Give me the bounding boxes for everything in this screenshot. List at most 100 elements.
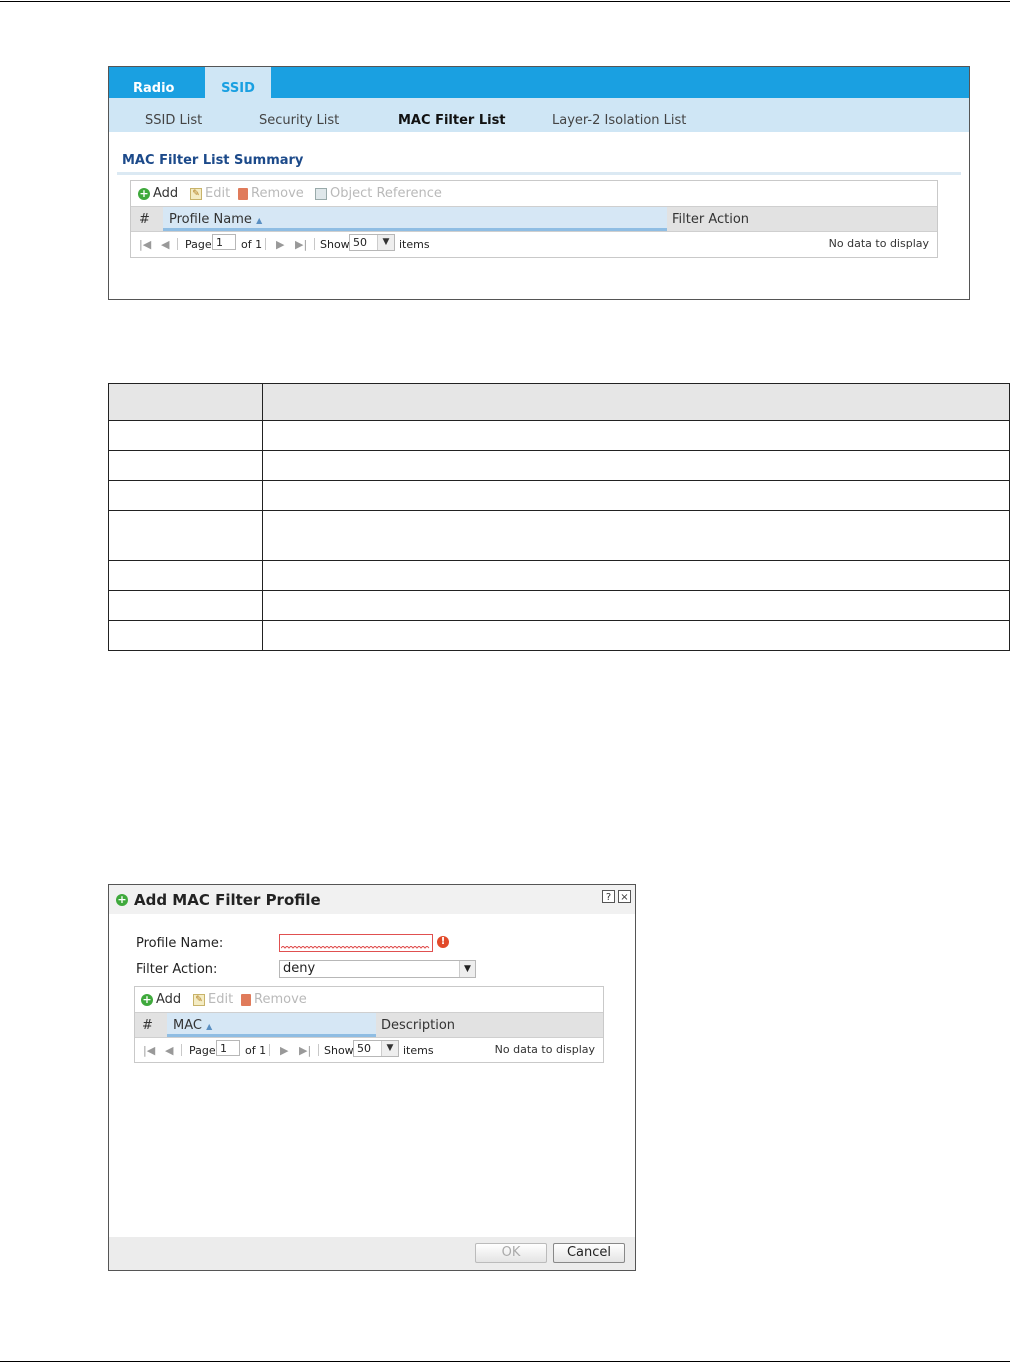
show-label: Show: [320, 238, 350, 251]
table-row: [108, 620, 1010, 651]
page-bottom-rule: [0, 1361, 1010, 1362]
section-title: MAC Filter List Summary: [122, 153, 304, 168]
ok-button[interactable]: OK: [475, 1243, 547, 1263]
trash-icon: [241, 993, 251, 1006]
table-cell: [108, 620, 263, 651]
grid-toolbar: + Add ✎ Edit Remove Object Reference: [131, 181, 937, 205]
add-icon: +: [138, 186, 150, 200]
table-row: [108, 420, 1010, 451]
table-cell: [262, 560, 1010, 591]
table-cell: [262, 420, 1010, 451]
add-button[interactable]: + Add: [138, 186, 178, 201]
subtab-layer2-isolation-list[interactable]: Layer-2 Isolation List: [552, 98, 686, 132]
table-cell: [262, 510, 1010, 561]
table-row: [108, 480, 1010, 511]
help-button[interactable]: ?: [602, 890, 615, 903]
page-size-select[interactable]: 50 ▼: [353, 1040, 399, 1057]
grid-header: # Profile Name ▲ Filter Action: [131, 206, 937, 232]
table-cell: [108, 560, 263, 591]
mac-filter-list-screen: Radio SSID SSID List Security List MAC F…: [108, 66, 970, 300]
table-cell: [262, 620, 1010, 651]
subtab-mac-filter-list[interactable]: MAC Filter List: [398, 98, 506, 132]
chevron-down-icon: ▼: [381, 1041, 398, 1056]
add-icon: +: [141, 992, 153, 1006]
edit-button[interactable]: ✎ Edit: [190, 186, 230, 201]
column-description[interactable]: Description: [381, 1013, 455, 1037]
cancel-button[interactable]: Cancel: [553, 1243, 625, 1263]
object-reference-button[interactable]: Object Reference: [315, 186, 442, 201]
first-page-icon[interactable]: |◀: [139, 238, 151, 251]
page-top-rule: [0, 1, 1010, 2]
table-header-cell: [262, 383, 1010, 421]
object-reference-icon: [315, 187, 327, 200]
pager-divider: [318, 1044, 319, 1056]
add-icon: +: [116, 893, 128, 906]
subtab-security-list[interactable]: Security List: [259, 98, 339, 132]
edit-icon: ✎: [193, 993, 205, 1006]
last-page-icon[interactable]: ▶|: [299, 1044, 311, 1057]
no-data-message: No data to display: [494, 1043, 595, 1056]
next-page-icon[interactable]: ▶: [276, 238, 284, 251]
remove-button[interactable]: Remove: [238, 186, 304, 201]
add-mac-button[interactable]: + Add: [141, 992, 181, 1007]
table-cell: [108, 420, 263, 451]
pager-divider: [177, 238, 178, 250]
table-cell: [262, 590, 1010, 621]
tab-radio[interactable]: Radio: [133, 67, 174, 98]
pager-divider: [314, 238, 315, 250]
description-table: [108, 383, 1010, 651]
close-button[interactable]: ×: [618, 890, 631, 903]
profile-name-label: Profile Name:: [136, 936, 224, 951]
edit-mac-button[interactable]: ✎ Edit: [193, 992, 233, 1007]
grid-pager: |◀ ◀ Page 1 of 1 ▶ ▶| Show 50 ▼ items No …: [135, 1038, 603, 1062]
column-filter-action[interactable]: Filter Action: [672, 207, 749, 231]
table-cell: [262, 480, 1010, 511]
table-cell: [108, 590, 263, 621]
table-cell: [262, 450, 1010, 481]
chevron-down-icon: ▼: [459, 961, 475, 977]
edit-icon: ✎: [190, 187, 202, 200]
add-mac-filter-profile-dialog: + Add MAC Filter Profile ? × Profile Nam…: [108, 884, 636, 1271]
no-data-message: No data to display: [828, 237, 929, 250]
table-cell: [108, 510, 263, 561]
invalid-underline: [281, 946, 430, 949]
column-mac[interactable]: MAC ▲: [167, 1013, 376, 1037]
grid-header: # MAC ▲ Description: [135, 1012, 603, 1038]
profile-name-input[interactable]: [279, 934, 433, 952]
next-page-icon[interactable]: ▶: [280, 1044, 288, 1057]
dialog-header: + Add MAC Filter Profile ? ×: [109, 885, 635, 914]
grid-toolbar: + Add ✎ Edit Remove: [135, 987, 603, 1011]
tab-ssid[interactable]: SSID: [205, 67, 271, 98]
dialog-title: Add MAC Filter Profile: [134, 891, 321, 909]
prev-page-icon[interactable]: ◀: [161, 238, 169, 251]
page-count: of 1: [241, 238, 263, 251]
main-tab-bar: Radio SSID: [109, 67, 969, 98]
first-page-icon[interactable]: |◀: [143, 1044, 155, 1057]
column-profile-name[interactable]: Profile Name ▲: [163, 207, 667, 231]
page-size-select[interactable]: 50 ▼: [349, 234, 395, 251]
grid-pager: |◀ ◀ Page 1 of 1 ▶ ▶| Show 50 ▼ items No …: [131, 232, 937, 256]
page-number-input[interactable]: 1: [216, 1040, 240, 1056]
filter-action-select[interactable]: deny ▼: [279, 960, 476, 978]
mac-list-grid: + Add ✎ Edit Remove # MAC ▲ Description |◀…: [134, 986, 604, 1063]
pager-divider: [181, 1044, 182, 1056]
last-page-icon[interactable]: ▶|: [295, 238, 307, 251]
chevron-down-icon: ▼: [377, 235, 394, 250]
subtab-ssid-list[interactable]: SSID List: [145, 98, 202, 132]
table-row: [108, 450, 1010, 481]
page-label: Page: [189, 1044, 216, 1057]
section-divider: [117, 172, 961, 175]
page-label: Page: [185, 238, 212, 251]
table-header-row: [108, 383, 1010, 421]
trash-icon: [238, 187, 248, 200]
page-number-input[interactable]: 1: [212, 234, 236, 250]
table-cell: [108, 480, 263, 511]
show-label: Show: [324, 1044, 354, 1057]
items-label: items: [399, 238, 430, 251]
table-row: [108, 590, 1010, 621]
sort-ascending-icon: ▲: [206, 1022, 213, 1031]
remove-mac-button[interactable]: Remove: [241, 992, 307, 1007]
pager-divider: [265, 238, 266, 250]
prev-page-icon[interactable]: ◀: [165, 1044, 173, 1057]
mac-filter-grid: + Add ✎ Edit Remove Object Reference # Pro…: [130, 180, 938, 258]
